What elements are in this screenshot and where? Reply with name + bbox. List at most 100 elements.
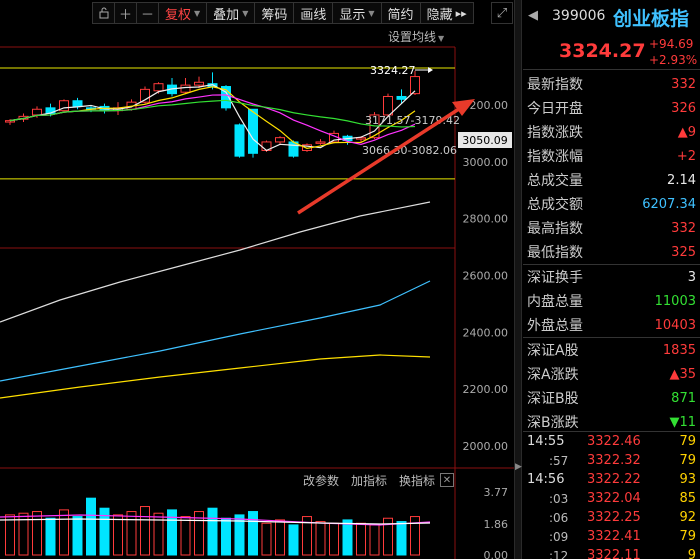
stat-value: 10403	[654, 317, 696, 333]
ma-line-magenta	[9, 94, 416, 145]
tick-time: :12	[549, 548, 569, 559]
y-tick-label: 2200.00	[463, 383, 509, 396]
edit-params-button[interactable]: 改参数	[303, 472, 339, 489]
display-button[interactable]: 显示 ▼	[333, 3, 382, 23]
candle-body	[396, 95, 407, 100]
tick-time: 14:55	[527, 434, 565, 449]
stat-row: 外盘总量 10403	[523, 313, 700, 337]
price-summary: 3324.27 +94.69 +2.93%	[523, 36, 700, 70]
stat-value: 3	[687, 269, 696, 285]
tick-time: :57	[549, 453, 569, 468]
panel-header: ◀ 399006 创业板指	[523, 0, 700, 36]
draw-line-label: 画线	[300, 7, 327, 23]
chips-button[interactable]: 筹码	[255, 3, 295, 23]
current-price: 3324.27	[559, 40, 646, 62]
tick-time: :03	[549, 491, 569, 506]
change-indicator-button[interactable]: 换指标	[399, 472, 435, 489]
hide-button[interactable]: 隐藏 ▸▸	[421, 3, 473, 23]
candle-body	[383, 95, 393, 116]
volume-bar	[126, 511, 137, 556]
volume-bar	[207, 507, 218, 556]
minus-icon[interactable]: －	[137, 3, 159, 23]
volume-bar	[261, 522, 272, 556]
panel-divider[interactable]	[514, 0, 522, 559]
stat-row: 最低指数 325	[523, 240, 700, 264]
ma-setting-label: 设置均线	[388, 30, 437, 44]
stat-row: 最新指数 332	[523, 72, 700, 96]
chevron-down-icon: ▼	[242, 8, 249, 18]
hide-label: 隐藏	[426, 7, 453, 23]
tick-volume: 79	[679, 434, 696, 449]
stat-value: +2	[676, 148, 696, 164]
y-tick-label: 2000.00	[463, 440, 509, 453]
stat-label: 最低指数	[527, 245, 583, 261]
back-arrow-icon[interactable]: ◀	[528, 8, 538, 23]
stat-row: 深A涨跌 ▲35	[523, 362, 700, 386]
volume-bar	[396, 521, 407, 556]
stat-label: 指数涨跌	[527, 125, 583, 141]
tick-price: 3322.32	[587, 453, 641, 468]
stat-label: 最高指数	[527, 221, 583, 237]
candle-body	[180, 84, 191, 93]
simple-button[interactable]: 简约	[382, 3, 421, 23]
stat-label: 内盘总量	[527, 294, 583, 310]
overlay-button[interactable]: 叠加 ▼	[207, 3, 256, 23]
indicator-bar: 改参数 加指标 换指标	[303, 472, 435, 489]
tick-price: 3322.41	[587, 529, 641, 544]
expand-icon[interactable]: ⤢	[491, 2, 513, 24]
add-indicator-button[interactable]: 加指标	[351, 472, 387, 489]
tick-time: 14:56	[527, 472, 565, 487]
stat-value: 6207.34	[642, 196, 696, 212]
tick-volume: 92	[679, 510, 696, 525]
fuquan-button[interactable]: 复权 ▼	[159, 3, 208, 23]
close-icon[interactable]: ✕	[440, 473, 454, 487]
index-code: 399006	[552, 8, 606, 24]
stat-label: 深证B股	[527, 391, 579, 407]
draw-line-button[interactable]: 画线	[294, 3, 334, 23]
chevron-down-icon: ▼	[438, 34, 445, 43]
volume-bar	[86, 497, 96, 556]
stat-row: 深证换手 3	[523, 265, 700, 289]
candle-body	[234, 124, 245, 157]
candle-body	[315, 141, 326, 144]
volume-bar	[288, 524, 299, 556]
price-change: +94.69	[649, 37, 694, 51]
volume-bar	[248, 511, 258, 556]
stat-row: 总成交量 2.14	[523, 168, 700, 192]
candle-body	[248, 108, 258, 154]
stat-value: ▼11	[669, 414, 696, 430]
stat-row: 内盘总量 11003	[523, 289, 700, 313]
tick-volume: 79	[679, 529, 696, 544]
stat-row: 深证A股 1835	[523, 338, 700, 362]
volume-tick-label: 3.77	[484, 486, 509, 499]
stat-label: 今日开盘	[527, 101, 583, 117]
collapse-arrow-icon[interactable]: ▶	[515, 462, 522, 472]
overlay-label: 叠加	[213, 7, 240, 23]
tick-price: 3322.46	[587, 434, 641, 449]
candle-body	[275, 137, 285, 143]
tick-row: :09 3322.41 79	[523, 527, 700, 546]
kline-chart[interactable]: 3200.003000.002800.002600.002400.002200.…	[0, 0, 514, 559]
current-price-tag: 3050.09	[458, 132, 512, 148]
volume-bar	[45, 517, 56, 556]
tick-volume: 79	[679, 453, 696, 468]
tick-price: 3322.11	[587, 548, 641, 559]
plus-icon[interactable]: ＋	[115, 3, 137, 23]
y-tick-label: 2600.00	[463, 270, 509, 283]
tick-price: 3322.25	[587, 510, 641, 525]
chart-toolbar: ＋ － 复权 ▼ 叠加 ▼ 筹码 画线 显示 ▼ 简约 隐藏 ▸▸	[92, 2, 474, 24]
stat-label: 外盘总量	[527, 318, 583, 334]
stat-value: 325	[671, 244, 696, 260]
tick-row: :12 3322.11 9	[523, 546, 700, 559]
y-tick-label: 3000.00	[463, 156, 509, 169]
volume-tick-label: 1.86	[484, 518, 509, 531]
stat-value: ▲35	[669, 366, 696, 382]
ma-setting-button[interactable]: 设置均线 ▼	[388, 28, 444, 45]
stats-list: 最新指数 332 今日开盘 326 指数涨跌 ▲9 指数涨幅 +2 总成交量 2.14 总成交额 62…	[523, 72, 700, 434]
tick-row: :03 3322.04 85	[523, 489, 700, 508]
tick-price: 3322.22	[587, 472, 641, 487]
lock-icon[interactable]	[93, 3, 115, 23]
tick-time: :09	[549, 529, 569, 544]
ma-annotation-lower: 3066.30-3082.06	[362, 144, 457, 157]
double-arrow-icon: ▸▸	[455, 6, 467, 20]
